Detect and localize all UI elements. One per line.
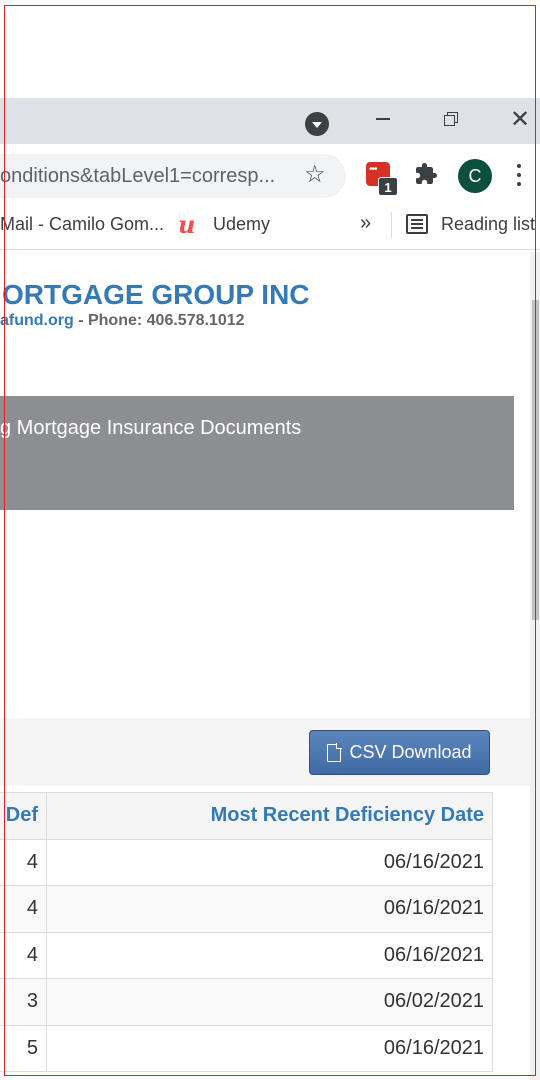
cell-date: 06/16/2021 — [46, 1024, 493, 1072]
cell-def: 4 — [0, 931, 47, 979]
contact-website-link[interactable]: afund.org — [0, 312, 74, 329]
contact-line: afund.org - Phone: 406.578.1012 — [0, 312, 245, 330]
profile-avatar[interactable]: C — [458, 159, 492, 193]
banner-title: g Mortgage Insurance Documents — [0, 417, 302, 439]
csv-download-button[interactable]: CSV Download — [309, 730, 490, 775]
bookmark-gmail[interactable]: Mail - Camilo Gom... — [0, 214, 164, 235]
extension-badge: 1 — [378, 177, 398, 196]
table-header-row: Def Most Recent Deficiency Date — [0, 792, 493, 840]
bookmark-udemy[interactable]: Udemy — [213, 214, 270, 235]
bookmarks-separator — [391, 212, 392, 238]
table-row: 3 06/02/2021 — [0, 978, 493, 1026]
bookmarks-overflow-button[interactable]: » — [360, 212, 371, 235]
minimize-icon[interactable] — [376, 118, 390, 120]
deficiency-table: Def Most Recent Deficiency Date 4 06/16/… — [0, 792, 493, 1072]
cell-def: 4 — [0, 838, 47, 886]
tab-search-icon[interactable] — [305, 112, 329, 136]
column-header-recent-date[interactable]: Most Recent Deficiency Date — [46, 792, 493, 840]
table-row: 4 06/16/2021 — [0, 885, 493, 933]
cell-def: 3 — [0, 978, 47, 1026]
csv-download-label: CSV Download — [349, 742, 472, 762]
browser-titlebar — [0, 98, 540, 144]
cell-date: 06/02/2021 — [46, 978, 493, 1026]
cell-def: 4 — [0, 885, 47, 933]
table-row: 4 06/16/2021 — [0, 931, 493, 979]
udemy-icon: u — [178, 210, 196, 239]
column-header-def[interactable]: Def — [0, 792, 47, 840]
restore-icon[interactable] — [444, 112, 458, 126]
extensions-puzzle-icon[interactable] — [414, 162, 438, 186]
file-icon — [327, 743, 342, 762]
company-name: ORTGAGE GROUP INC — [2, 279, 310, 310]
bookmark-star-icon[interactable]: ☆ — [304, 161, 326, 189]
cell-date: 06/16/2021 — [46, 885, 493, 933]
cell-date: 06/16/2021 — [46, 838, 493, 886]
table-row: 5 06/16/2021 — [0, 1024, 493, 1072]
reading-list-button[interactable]: Reading list — [441, 214, 535, 235]
page-banner — [0, 396, 514, 510]
scrollbar-thumb[interactable] — [532, 300, 539, 620]
cell-date: 06/16/2021 — [46, 931, 493, 979]
cell-def: 5 — [0, 1024, 47, 1072]
contact-phone: - Phone: 406.578.1012 — [73, 312, 245, 329]
reading-list-icon[interactable] — [406, 214, 428, 234]
menu-kebab-icon[interactable] — [516, 164, 522, 188]
url-text[interactable]: onditions&tabLevel1=corresp... — [0, 165, 290, 188]
table-row: 4 06/16/2021 — [0, 838, 493, 886]
close-icon[interactable]: ✕ — [510, 108, 530, 132]
